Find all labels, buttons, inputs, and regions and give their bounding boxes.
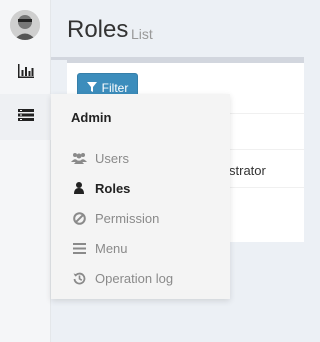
menu-item-menu[interactable]: Menu: [71, 238, 221, 258]
history-icon: [71, 270, 87, 286]
menu-item-label: Users: [95, 150, 129, 166]
user-icon: [71, 180, 87, 196]
sidebar: [0, 0, 51, 342]
admin-dropdown-menu: Admin Users Roles Permission Menu Operat…: [51, 94, 230, 299]
table-cell: strator: [229, 163, 266, 178]
page-subtitle: List: [131, 26, 153, 42]
ban-icon: [71, 210, 87, 226]
menu-heading: Admin: [71, 110, 112, 125]
bars-icon: [71, 240, 87, 256]
sidebar-item-dashboard[interactable]: [0, 50, 51, 96]
filter-icon: [86, 81, 97, 95]
menu-item-label: Permission: [95, 210, 160, 226]
menu-item-label: Roles: [95, 180, 131, 196]
page-header: Roles List: [51, 0, 304, 57]
filter-label: Filter: [101, 80, 129, 95]
sidebar-item-admin[interactable]: [0, 94, 51, 140]
menu-item-operation-log[interactable]: Operation log: [71, 268, 221, 288]
menu-item-roles[interactable]: Roles: [71, 178, 221, 198]
bar-chart-icon: [17, 63, 34, 83]
users-icon: [71, 150, 87, 166]
avatar[interactable]: [10, 10, 40, 40]
menu-item-users[interactable]: Users: [71, 148, 221, 168]
menu-item-label: Operation log: [95, 270, 174, 286]
admin-menu-icon: [17, 108, 34, 126]
menu-item-label: Menu: [95, 240, 128, 256]
menu-item-permission[interactable]: Permission: [71, 208, 221, 228]
page-title: Roles: [67, 16, 129, 43]
